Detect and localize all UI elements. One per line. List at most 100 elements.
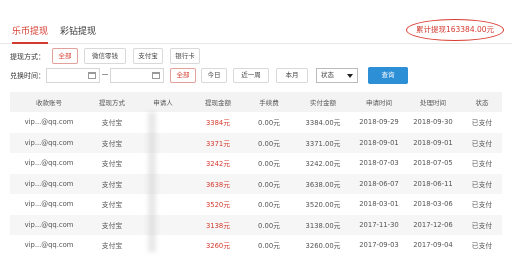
- table-row: vip...@qq.com 支付宝 3138元 0.00元 3138.00元 2…: [10, 214, 502, 235]
- fee-cell: 0.00元: [258, 242, 280, 251]
- calendar-icon: [152, 72, 160, 79]
- column-header: 收款账号: [10, 92, 88, 112]
- table-row: vip...@qq.com 支付宝 3520元 0.00元 3520.00元 2…: [10, 194, 502, 215]
- paid-cell: 3260.00元: [305, 242, 341, 251]
- fee-cell: 0.00元: [246, 132, 292, 153]
- paid-cell: 3520.00元: [305, 201, 341, 210]
- amount-cell: 3520元: [205, 201, 231, 210]
- account-cell: vip...@qq.com: [10, 214, 88, 235]
- fee-cell: 0.00元: [258, 201, 280, 210]
- end-date-input[interactable]: [110, 68, 164, 83]
- method-cell: 支付宝: [101, 160, 123, 169]
- column-header: 申请时间: [354, 92, 404, 112]
- tab-bar: 乐币提现 彩钻提现 累计提现163384.00元: [0, 0, 512, 44]
- apply-time-cell: 2018-09-01: [354, 132, 404, 153]
- method-cell: 支付宝: [101, 119, 123, 128]
- start-date-input[interactable]: [46, 68, 100, 83]
- method-wechat-button[interactable]: 微信零钱: [84, 48, 126, 64]
- amount-cell: 3138元: [190, 214, 246, 235]
- fee-cell: 0.00元: [246, 173, 292, 194]
- amount-cell: 3638元: [190, 173, 246, 194]
- amount-cell: 3260元: [205, 242, 231, 251]
- method-alipay-button[interactable]: 支付宝: [133, 48, 163, 64]
- range-week-button[interactable]: 近一周: [233, 68, 269, 83]
- range-all-button[interactable]: 全部: [170, 68, 196, 83]
- process-time-cell: 2018-09-01: [404, 132, 462, 153]
- method-filter-label: 提现方式：: [10, 53, 45, 61]
- method-all-button[interactable]: 全部: [52, 48, 78, 64]
- process-time-cell: 2017-12-06: [404, 214, 462, 235]
- table-row: vip...@qq.com 支付宝 3384元 0.00元 3384.00元 2…: [10, 112, 502, 133]
- account-cell: vip...@qq.com: [24, 159, 74, 168]
- range-month-button[interactable]: 本月: [276, 68, 308, 83]
- process-time-cell: 2017-09-04: [413, 241, 453, 250]
- process-time-cell: 2018-09-30: [413, 118, 453, 127]
- amount-cell: 3242元: [205, 160, 231, 169]
- status-cell: 已支付: [471, 119, 493, 128]
- status-select-value: 状态: [321, 71, 334, 79]
- status-cell: 已支付: [471, 242, 493, 251]
- apply-time-cell: 2018-06-07: [354, 173, 404, 194]
- apply-time-cell: 2018-09-29: [359, 118, 399, 127]
- account-cell: vip...@qq.com: [10, 132, 88, 153]
- process-time-cell: 2018-07-05: [413, 159, 453, 168]
- apply-time-cell: 2017-09-03: [359, 241, 399, 250]
- amount-cell: 3384元: [205, 119, 231, 128]
- tab-caizuan-withdraw[interactable]: 彩钻提现: [60, 26, 96, 38]
- applicant-cell: [136, 132, 190, 153]
- table-header-row: 收款账号 提现方式 申请人 提现金额 手续费 实付金额 申请时间 处理时间 状态: [10, 92, 502, 112]
- paid-cell: 3242.00元: [305, 160, 341, 169]
- applicant-redaction-blur: [146, 112, 158, 252]
- method-cell: 支付宝: [101, 201, 123, 210]
- table-row: vip...@qq.com 支付宝 3260元 0.00元 3260.00元 2…: [10, 235, 502, 256]
- time-filter-label: 兑换时间：: [10, 72, 45, 80]
- column-header: 实付金额: [292, 92, 354, 112]
- method-cell: 支付宝: [88, 173, 136, 194]
- status-cell: 已支付: [471, 160, 493, 169]
- status-select[interactable]: 状态: [316, 68, 358, 83]
- query-button[interactable]: 查询: [368, 67, 408, 84]
- paid-cell: 3638.00元: [292, 173, 354, 194]
- column-header: 手续费: [246, 92, 292, 112]
- paid-cell: 3138.00元: [292, 214, 354, 235]
- process-time-cell: 2018-06-11: [404, 173, 462, 194]
- withdraw-records-table: 收款账号 提现方式 申请人 提现金额 手续费 实付金额 申请时间 处理时间 状态…: [10, 92, 502, 256]
- calendar-icon: [88, 72, 96, 79]
- amount-cell: 3371元: [190, 132, 246, 153]
- column-header: 提现金额: [190, 92, 246, 112]
- applicant-cell: [136, 194, 190, 215]
- apply-time-cell: 2018-03-01: [359, 200, 399, 209]
- fee-cell: 0.00元: [246, 214, 292, 235]
- account-cell: vip...@qq.com: [24, 118, 74, 127]
- account-cell: vip...@qq.com: [24, 200, 74, 209]
- column-header: 申请人: [136, 92, 190, 112]
- tab-lebi-withdraw[interactable]: 乐币提现: [12, 26, 49, 44]
- applicant-cell: [136, 112, 190, 133]
- apply-time-cell: 2017-11-30: [354, 214, 404, 235]
- chevron-down-icon: [347, 74, 353, 78]
- table-row: vip...@qq.com 支付宝 3242元 0.00元 3242.00元 2…: [10, 153, 502, 174]
- method-cell: 支付宝: [88, 214, 136, 235]
- fee-cell: 0.00元: [258, 119, 280, 128]
- status-cell: 已支付: [462, 132, 502, 153]
- method-bankcard-button[interactable]: 银行卡: [170, 48, 200, 64]
- status-cell: 已支付: [462, 214, 502, 235]
- process-time-cell: 2018-03-06: [413, 200, 453, 209]
- applicant-cell: [136, 214, 190, 235]
- column-header: 提现方式: [88, 92, 136, 112]
- paid-cell: 3371.00元: [292, 132, 354, 153]
- column-header: 状态: [462, 92, 502, 112]
- fee-cell: 0.00元: [258, 160, 280, 169]
- date-range-separator: [102, 74, 108, 75]
- status-cell: 已支付: [471, 201, 493, 210]
- total-withdrawn-badge: 累计提现163384.00元: [406, 19, 504, 41]
- apply-time-cell: 2018-07-03: [359, 159, 399, 168]
- applicant-cell: [136, 153, 190, 174]
- column-header: 处理时间: [404, 92, 462, 112]
- account-cell: vip...@qq.com: [24, 241, 74, 250]
- table-row: vip...@qq.com 支付宝 3638元 0.00元 3638.00元 2…: [10, 173, 502, 194]
- method-cell: 支付宝: [88, 132, 136, 153]
- status-cell: 已支付: [462, 173, 502, 194]
- range-today-button[interactable]: 今日: [201, 68, 227, 83]
- method-cell: 支付宝: [101, 242, 123, 251]
